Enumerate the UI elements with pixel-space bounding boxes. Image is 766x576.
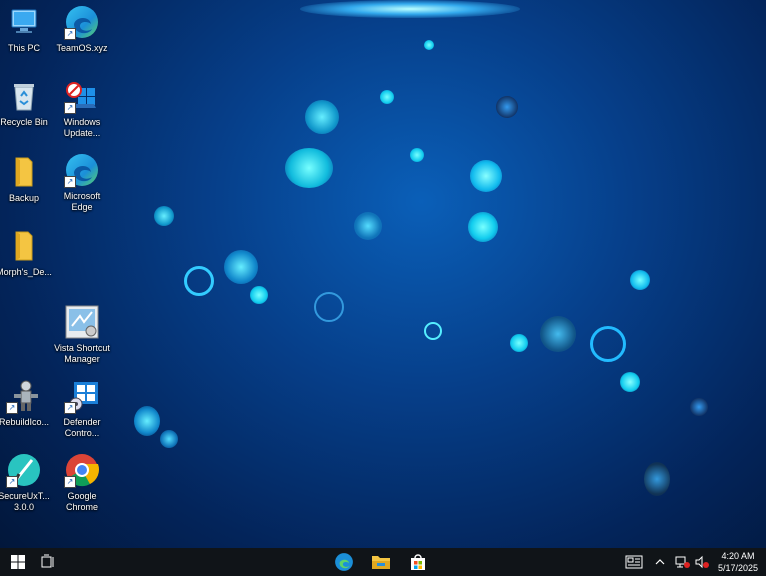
task-view-button[interactable] [30, 548, 66, 576]
bokeh-light [314, 292, 344, 322]
shortcut-arrow-icon: ↗ [64, 176, 76, 188]
shortcut-arrow-icon: ↗ [64, 28, 76, 40]
show-hidden-icons-button[interactable] [650, 548, 670, 576]
desktop-icon-label: SecureUxT... 3.0.0 [0, 491, 50, 512]
secureuxtheme-icon: ↗ [6, 452, 42, 488]
desktop-icon-label: This PC [7, 43, 40, 53]
folder-icon [6, 228, 42, 264]
news-and-interests-button[interactable] [616, 548, 652, 576]
desktop-icon-backup[interactable]: Backup [0, 154, 52, 204]
bokeh-light [160, 430, 178, 448]
desktop-icon-teamos[interactable]: ↗ TeamOS.xyz [54, 4, 110, 54]
windows-update-icon: ↗ [64, 78, 100, 114]
edge-shortcut-icon: ↗ [64, 4, 100, 40]
folder-icon [6, 154, 42, 190]
volume-tray-button[interactable] [692, 548, 712, 576]
microsoft-store-icon [411, 554, 425, 570]
shortcut-arrow-icon: ↗ [64, 476, 76, 488]
chevron-up-icon [655, 559, 665, 565]
desktop-wallpaper [0, 0, 766, 548]
task-view-icon [41, 554, 54, 568]
bokeh-light [470, 160, 502, 192]
rebuild-icon-cache-icon: ↗ [6, 378, 42, 414]
file-explorer-icon [372, 556, 390, 569]
desktop-icon-morphs-de[interactable]: Morph's_De... [0, 228, 52, 278]
desktop-icon-recycle-bin[interactable]: Recycle Bin [0, 78, 52, 128]
desktop-icon-label: Recycle Bin [0, 117, 48, 127]
network-tray-button[interactable] [672, 548, 692, 576]
desktop-icon-windows-update[interactable]: ↗ Windows Update... [54, 78, 110, 139]
windows-start-icon [11, 555, 25, 569]
bokeh-light [468, 212, 498, 242]
bokeh-light [380, 90, 394, 104]
desktop-icon-label: Defender Contro... [63, 417, 101, 438]
bokeh-light [424, 40, 434, 50]
bokeh-light [250, 286, 268, 304]
edge-icon [335, 553, 353, 571]
defender-control-icon: ↗ [64, 378, 100, 414]
desktop-icon-label: Morph's_De... [0, 267, 52, 277]
desktop-icon-microsoft-edge[interactable]: ↗ Microsoft Edge [54, 152, 110, 213]
volume-muted-icon [695, 555, 709, 569]
bokeh-light [305, 100, 339, 134]
desktop-icon-label: Windows Update... [63, 117, 101, 138]
bokeh-light [630, 270, 650, 290]
bokeh-light [410, 148, 424, 162]
clock-date: 5/17/2025 [717, 563, 758, 573]
bokeh-light [285, 148, 333, 188]
recycle-bin-icon [6, 78, 42, 114]
shortcut-arrow-icon: ↗ [64, 402, 76, 414]
bokeh-light [540, 316, 576, 352]
bokeh-light [354, 212, 382, 240]
desktop-icon-rebuildicon[interactable]: ↗ RebuildIco... [0, 378, 52, 428]
this-pc-icon [6, 4, 42, 40]
bokeh-light [690, 398, 708, 416]
bokeh-light [510, 334, 528, 352]
clock-time: 4:20 AM [721, 551, 755, 561]
bokeh-light [620, 372, 640, 392]
bokeh-light [184, 266, 214, 296]
taskbar [0, 548, 766, 576]
vista-shortcut-manager-icon [64, 304, 100, 340]
desktop-icon-label: Google Chrome [65, 491, 98, 512]
taskbar-store-button[interactable] [400, 548, 436, 576]
desktop-icon-label: Microsoft Edge [63, 191, 101, 212]
bokeh-light [590, 326, 626, 362]
shortcut-arrow-icon: ↗ [6, 402, 18, 414]
desktop-icon-label: TeamOS.xyz [56, 43, 108, 53]
desktop-icon-secureuxtheme[interactable]: ↗ SecureUxT... 3.0.0 [0, 452, 52, 513]
bokeh-light [134, 406, 160, 436]
news-widget-icon [625, 555, 643, 569]
bokeh-light [224, 250, 258, 284]
bokeh-light [300, 0, 520, 18]
desktop-icon-this-pc[interactable]: This PC [0, 4, 52, 54]
system-clock[interactable]: 4:20 AM 5/17/2025 [718, 550, 758, 574]
shortcut-arrow-icon: ↗ [6, 476, 18, 488]
desktop-icon-vista-shortcut-manager[interactable]: Vista Shortcut Manager [54, 304, 110, 365]
desktop-icon-google-chrome[interactable]: ↗ Google Chrome [54, 452, 110, 513]
network-disconnected-icon [675, 556, 690, 568]
desktop-icon-label: RebuildIco... [0, 417, 50, 427]
shortcut-arrow-icon: ↗ [64, 102, 76, 114]
desktop-icon-label: Vista Shortcut Manager [54, 343, 110, 364]
bokeh-light [424, 322, 442, 340]
edge-icon: ↗ [64, 152, 100, 188]
desktop-icon-label: Backup [8, 193, 40, 203]
bokeh-light [496, 96, 518, 118]
desktop-icon-defender-control[interactable]: ↗ Defender Contro... [54, 378, 110, 439]
taskbar-file-explorer-button[interactable] [363, 548, 399, 576]
chrome-icon: ↗ [64, 452, 100, 488]
taskbar-edge-button[interactable] [326, 548, 362, 576]
bokeh-light [644, 462, 670, 496]
bokeh-light [154, 206, 174, 226]
